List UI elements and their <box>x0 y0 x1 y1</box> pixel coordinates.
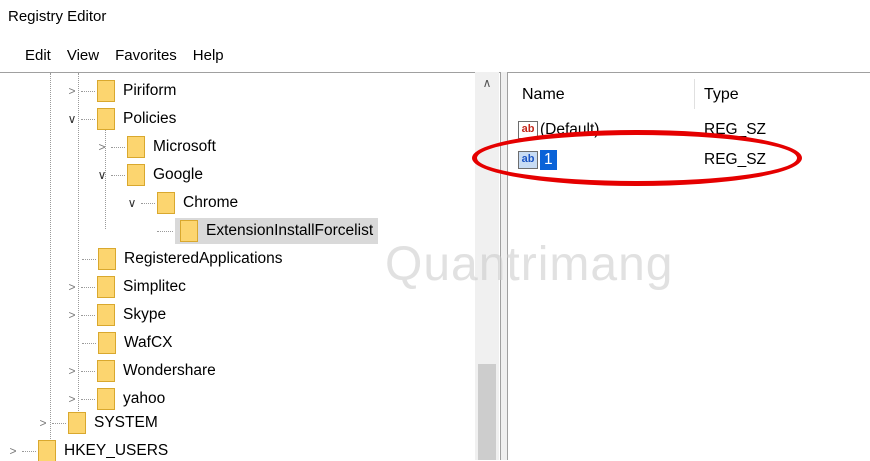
column-header-type[interactable]: Type <box>704 73 739 117</box>
scroll-thumb[interactable] <box>478 364 496 460</box>
tree-item-label: Microsoft <box>153 138 216 155</box>
window-title: Registry Editor <box>8 8 107 25</box>
tree-item-label: Simplitec <box>123 278 186 295</box>
tree-item-chrome[interactable]: ∨ Chrome <box>125 189 238 217</box>
folder-icon <box>97 388 115 410</box>
watermark: Quantrimang <box>385 238 674 291</box>
tree-item-hkey-users[interactable]: > HKEY_USERS <box>6 437 168 461</box>
folder-icon <box>97 276 115 298</box>
tree-item-label: HKEY_USERS <box>64 442 169 459</box>
tree-item-wondershare[interactable]: > Wondershare <box>65 357 216 385</box>
folder-icon <box>97 108 115 130</box>
tree-item-registeredapplications[interactable]: RegisteredApplications <box>80 245 283 273</box>
tree-item-simplitec[interactable]: > Simplitec <box>65 273 186 301</box>
tree-item-label: WafCX <box>124 334 173 351</box>
column-header-name[interactable]: Name <box>522 73 565 117</box>
chevron-down-icon[interactable]: ∨ <box>65 112 79 126</box>
tree-item-piriform[interactable]: > Piriform <box>65 77 176 105</box>
menu-bar: Edit View Favorites Help <box>0 44 232 68</box>
tree-item-label: yahoo <box>123 390 166 407</box>
folder-icon <box>97 304 115 326</box>
chevron-right-icon[interactable]: > <box>36 416 50 430</box>
tree-item-label: Google <box>153 166 203 183</box>
menu-view[interactable]: View <box>59 44 107 68</box>
tree-item-wafcx[interactable]: WafCX <box>80 329 173 357</box>
chevron-right-icon[interactable]: > <box>95 140 109 154</box>
tree-item-system[interactable]: > SYSTEM <box>36 409 158 437</box>
chevron-right-icon[interactable]: > <box>65 392 79 406</box>
folder-icon <box>127 164 145 186</box>
folder-icon <box>180 220 198 242</box>
folder-icon <box>97 360 115 382</box>
tree-item-label: Wondershare <box>123 362 216 379</box>
tree-item-label: Policies <box>123 110 177 127</box>
tree-item-label: Chrome <box>183 194 239 211</box>
tree-item-skype[interactable]: > Skype <box>65 301 166 329</box>
folder-icon <box>98 248 116 270</box>
menu-edit[interactable]: Edit <box>0 44 59 68</box>
chevron-right-icon[interactable]: > <box>65 308 79 322</box>
tree-item-label: Skype <box>123 306 167 323</box>
folder-icon <box>98 332 116 354</box>
tree-item-label: ExtensionInstallForcelist <box>206 222 374 239</box>
tree-item-label: Piriform <box>123 82 177 99</box>
folder-icon <box>97 80 115 102</box>
folder-icon <box>38 440 56 461</box>
tree-item-label: SYSTEM <box>94 414 158 431</box>
chevron-down-icon[interactable]: ∨ <box>95 168 109 182</box>
chevron-right-icon[interactable]: > <box>65 364 79 378</box>
folder-icon <box>127 136 145 158</box>
chevron-down-icon[interactable]: ∨ <box>125 196 139 210</box>
scroll-up-arrow-icon[interactable]: ∧ <box>475 72 499 94</box>
tree-item-google[interactable]: ∨ Google <box>95 161 203 189</box>
chevron-right-icon[interactable]: > <box>65 280 79 294</box>
tree-item-label: RegisteredApplications <box>124 250 283 267</box>
highlight-ellipse <box>472 130 802 186</box>
column-divider[interactable] <box>694 79 695 109</box>
tree-item-microsoft[interactable]: > Microsoft <box>95 133 216 161</box>
menu-help[interactable]: Help <box>185 44 232 68</box>
folder-icon <box>157 192 175 214</box>
tree-item-extensioninstallforcelist[interactable]: ExtensionInstallForcelist <box>155 217 379 245</box>
tree-item-policies[interactable]: ∨ Policies <box>65 105 176 133</box>
chevron-right-icon[interactable]: > <box>6 444 20 458</box>
chevron-right-icon[interactable]: > <box>65 84 79 98</box>
selected-key[interactable]: ExtensionInstallForcelist <box>175 218 379 244</box>
tree-guide <box>50 73 51 461</box>
menu-favorites[interactable]: Favorites <box>107 44 185 68</box>
folder-icon <box>68 412 86 434</box>
